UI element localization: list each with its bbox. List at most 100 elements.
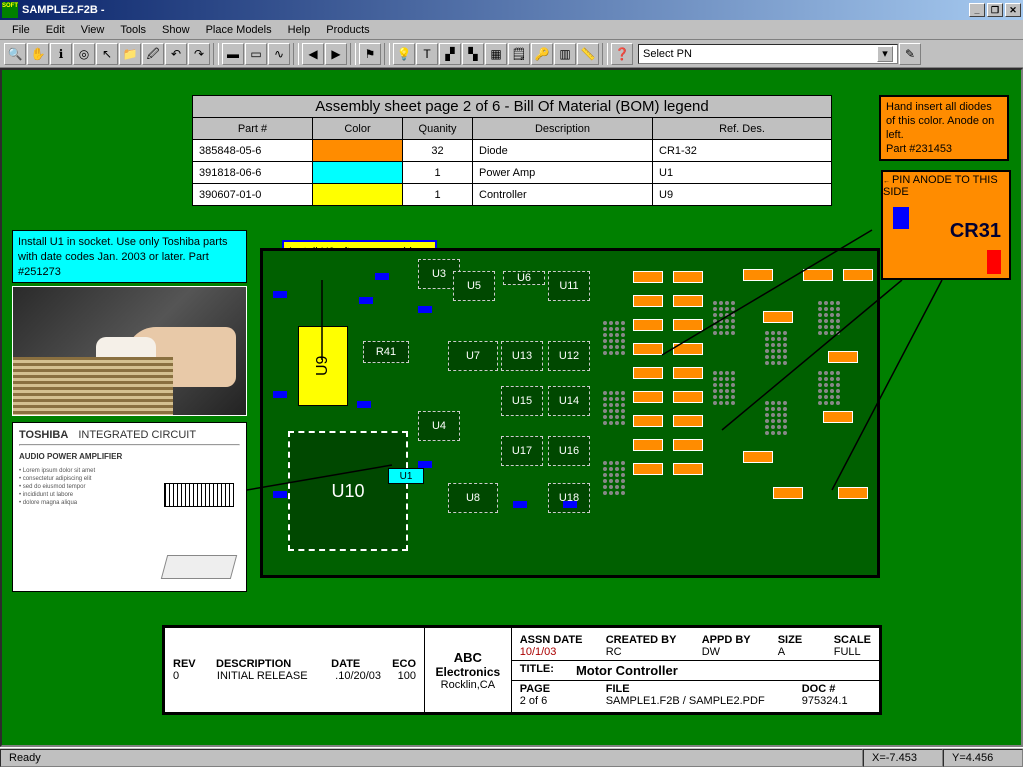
green-rect-icon[interactable]: ▬ <box>222 43 244 65</box>
chart-green-icon[interactable]: ▚ <box>462 43 484 65</box>
menu-edit[interactable]: Edit <box>38 22 73 38</box>
board-icon[interactable]: ▦ <box>485 43 507 65</box>
chip-u4[interactable]: U4 <box>418 411 460 441</box>
select-pn-dropdown[interactable]: Select PN ▾ <box>638 44 898 64</box>
diode-cr[interactable] <box>633 463 663 475</box>
chart-red-icon[interactable]: ▞ <box>439 43 461 65</box>
chip-u6[interactable]: U6 <box>503 271 545 285</box>
ruler-icon[interactable]: 📏 <box>577 43 599 65</box>
menu-help[interactable]: Help <box>280 22 319 38</box>
lamp-icon[interactable]: 💡 <box>393 43 415 65</box>
search-go-button[interactable]: ✎ <box>899 43 921 65</box>
cr31-callout[interactable]: ← PIN ANODE TO THIS SIDE CR31 <box>881 170 1011 280</box>
undo-icon[interactable]: ↶ <box>165 43 187 65</box>
chip-u17[interactable]: U17 <box>501 436 543 466</box>
datasheet-preview[interactable]: TOSHIBA INTEGRATED CIRCUIT AUDIO POWER A… <box>12 422 247 592</box>
diode-cr[interactable] <box>633 391 663 403</box>
waveform-icon[interactable]: ∿ <box>268 43 290 65</box>
chip-u10[interactable]: U10 <box>288 431 408 551</box>
minimize-button[interactable]: _ <box>969 3 985 17</box>
pcb-board[interactable]: U10U9R41U1U3U4U5U6U7U8U11U12U13U14U15U16… <box>260 248 880 578</box>
text-icon[interactable]: T <box>416 43 438 65</box>
zoom-icon[interactable]: 🔍 <box>4 43 26 65</box>
chip-u18[interactable]: U18 <box>548 483 590 513</box>
passive-blue <box>273 291 287 298</box>
chip-u5[interactable]: U5 <box>453 271 495 301</box>
maximize-button[interactable]: ❐ <box>987 3 1003 17</box>
help-icon[interactable]: ❓ <box>611 43 633 65</box>
chip-u16[interactable]: U16 <box>548 436 590 466</box>
install-photo[interactable] <box>12 286 247 416</box>
flag-icon[interactable]: ⚑ <box>359 43 381 65</box>
folder-icon[interactable]: 📁 <box>119 43 141 65</box>
diode-cr[interactable] <box>673 463 703 475</box>
diode-cr[interactable] <box>673 391 703 403</box>
diode-cr[interactable] <box>673 367 703 379</box>
diode-cr[interactable] <box>633 367 663 379</box>
diode-cr[interactable] <box>743 451 773 463</box>
diode-cr[interactable] <box>673 439 703 451</box>
tb-company: ABC <box>454 650 482 665</box>
menu-products[interactable]: Products <box>318 22 377 38</box>
diode-cr[interactable] <box>673 295 703 307</box>
diode-cr[interactable] <box>828 351 858 363</box>
tb-company2: Electronics <box>436 665 501 679</box>
chip-u1[interactable]: U1 <box>388 468 424 484</box>
chip-icon[interactable]: ▥ <box>554 43 576 65</box>
diode-cr[interactable] <box>803 269 833 281</box>
diode-cr[interactable] <box>773 487 803 499</box>
diode-cr[interactable] <box>633 343 663 355</box>
diode-cr[interactable] <box>823 411 853 423</box>
diode-cr[interactable] <box>673 415 703 427</box>
chip-u7[interactable]: U7 <box>448 341 498 371</box>
diode-cr[interactable] <box>633 271 663 283</box>
chip-u13[interactable]: U13 <box>501 341 543 371</box>
select-icon[interactable]: 🖉 <box>142 43 164 65</box>
menu-view[interactable]: View <box>73 22 113 38</box>
diode-cr[interactable] <box>673 271 703 283</box>
diode-cr[interactable] <box>838 487 868 499</box>
pointer-icon[interactable]: ↖ <box>96 43 118 65</box>
toolbar-separator <box>293 43 299 65</box>
diode-cr[interactable] <box>673 343 703 355</box>
chip-u12[interactable]: U12 <box>548 341 590 371</box>
app-icon: SOFT <box>2 2 18 18</box>
redo-icon[interactable]: ↷ <box>188 43 210 65</box>
diode-cr[interactable] <box>743 269 773 281</box>
diode-cr[interactable] <box>673 319 703 331</box>
chevron-down-icon[interactable]: ▾ <box>877 46 893 62</box>
menu-file[interactable]: File <box>4 22 38 38</box>
menu-show[interactable]: Show <box>154 22 198 38</box>
workspace[interactable]: Assembly sheet page 2 of 6 - Bill Of Mat… <box>0 68 1023 747</box>
bom-title: Assembly sheet page 2 of 6 - Bill Of Mat… <box>193 96 832 118</box>
next-icon[interactable]: ▶ <box>325 43 347 65</box>
prev-icon[interactable]: ◀ <box>302 43 324 65</box>
window-buttons: _ ❐ ✕ <box>969 3 1021 17</box>
target-icon[interactable]: ◎ <box>73 43 95 65</box>
info-icon[interactable]: ℹ <box>50 43 72 65</box>
passive-blue <box>375 273 389 280</box>
pan-icon[interactable]: ✋ <box>27 43 49 65</box>
diode-note[interactable]: Hand insert all diodes of this color. An… <box>879 95 1009 161</box>
chip-u8[interactable]: U8 <box>448 483 498 513</box>
diode-cr[interactable] <box>763 311 793 323</box>
diode-cr[interactable] <box>633 439 663 451</box>
chip-u15[interactable]: U15 <box>501 386 543 416</box>
chip-u9[interactable]: U9 <box>298 326 348 406</box>
u1-note[interactable]: Install U1 in socket. Use only Toshiba p… <box>12 230 247 283</box>
diode-cr[interactable] <box>633 415 663 427</box>
key-icon[interactable]: 🔑 <box>531 43 553 65</box>
gray-rect-icon[interactable]: ▭ <box>245 43 267 65</box>
diode-cr[interactable] <box>633 295 663 307</box>
chip-u11[interactable]: U11 <box>548 271 590 301</box>
menu-place-models[interactable]: Place Models <box>198 22 280 38</box>
chip-u14[interactable]: U14 <box>548 386 590 416</box>
menu-tools[interactable]: Tools <box>112 22 154 38</box>
close-button[interactable]: ✕ <box>1005 3 1021 17</box>
diode-cr[interactable] <box>843 269 873 281</box>
note-icon[interactable]: 🗒 <box>508 43 530 65</box>
chip-r41[interactable]: R41 <box>363 341 409 363</box>
tb-desc-h: DESCRIPTION <box>216 658 315 670</box>
th-ref: Ref. Des. <box>653 118 832 140</box>
diode-cr[interactable] <box>633 319 663 331</box>
